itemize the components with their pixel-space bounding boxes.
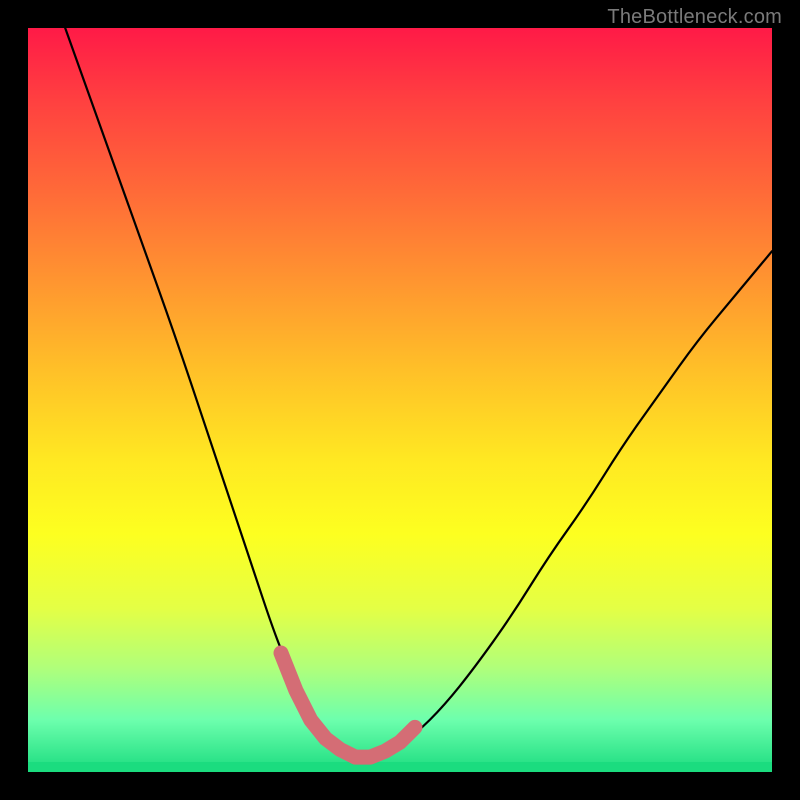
optimal-zone-highlight	[281, 653, 415, 757]
chart-svg	[28, 28, 772, 772]
bottleneck-curve	[65, 28, 772, 756]
chart-frame: TheBottleneck.com	[0, 0, 800, 800]
watermark-text: TheBottleneck.com	[607, 6, 782, 29]
